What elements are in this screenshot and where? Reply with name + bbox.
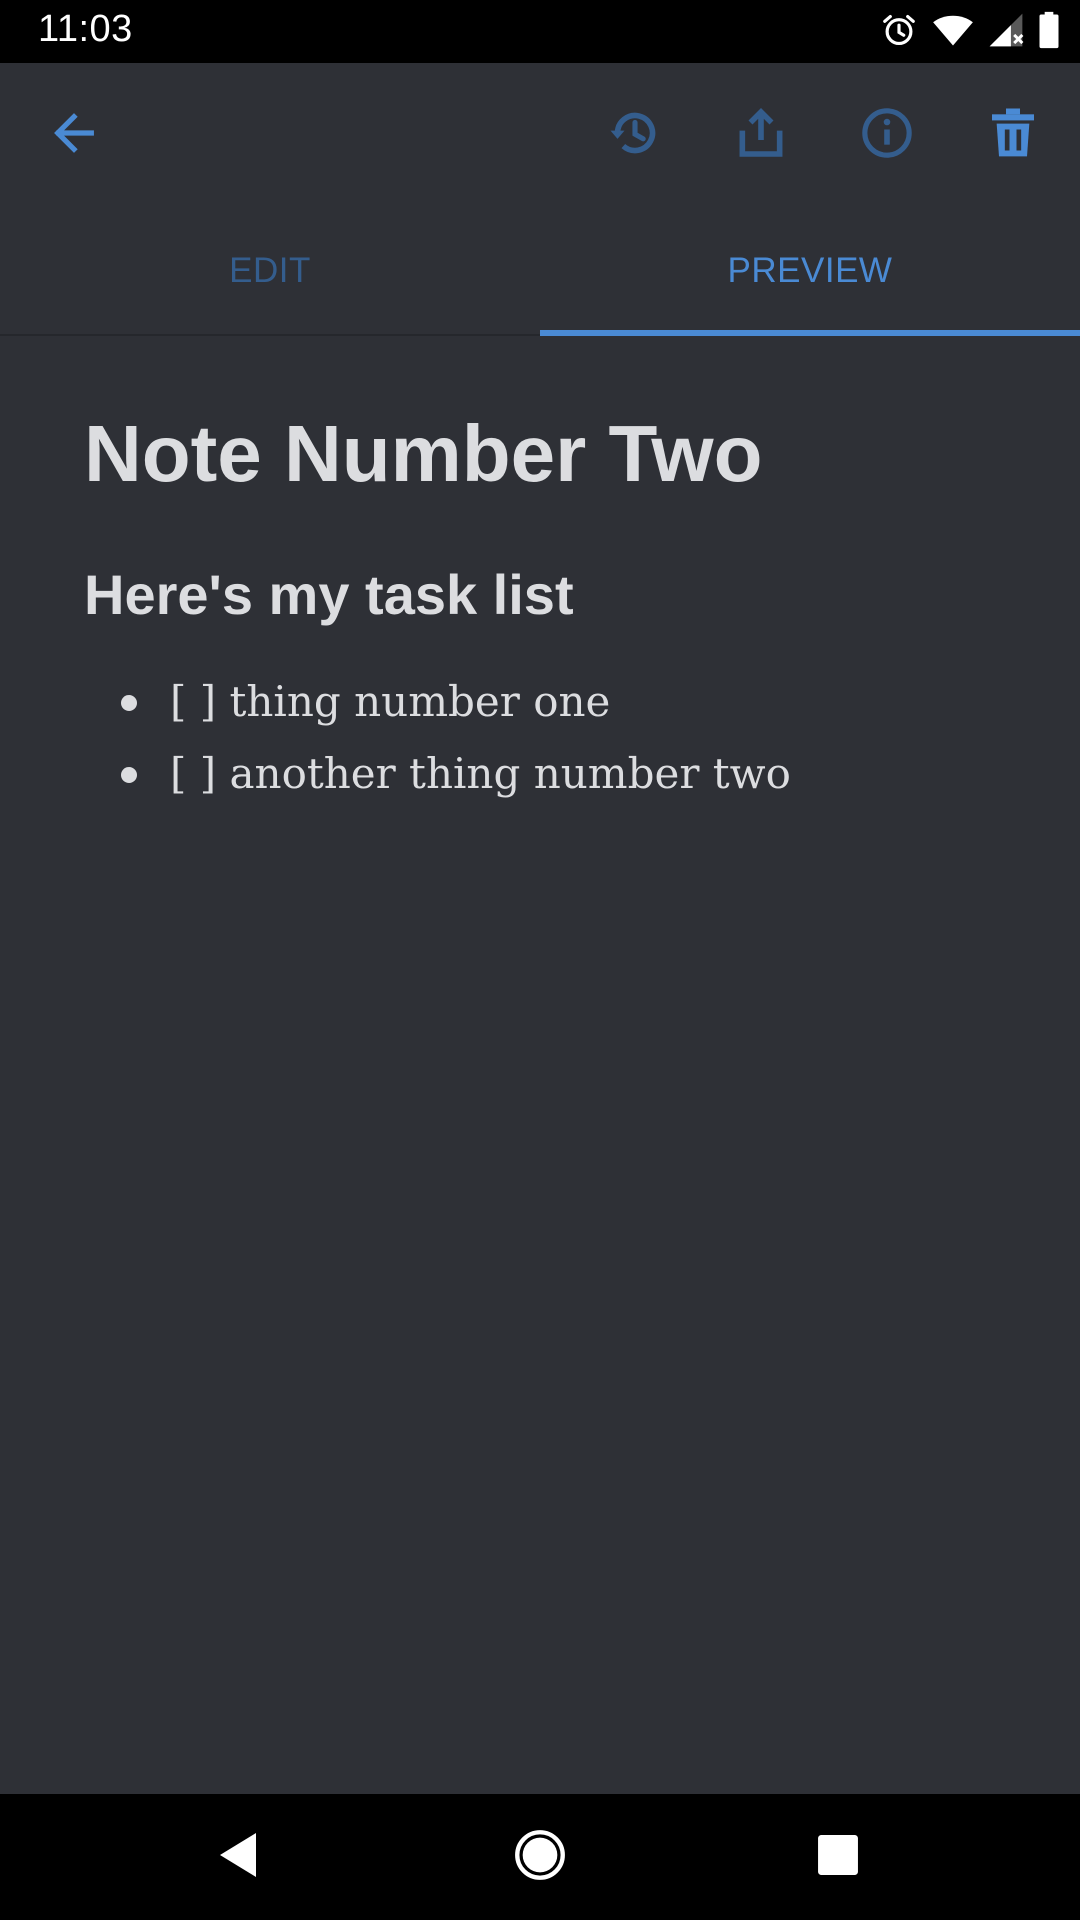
wifi-icon xyxy=(932,11,974,54)
status-bar: 11:03 xyxy=(0,0,1080,63)
list-item: [ ] thing number one xyxy=(121,666,1040,738)
list-item-text: [ ] thing number one xyxy=(170,676,611,726)
history-icon xyxy=(607,105,663,166)
battery-icon xyxy=(1038,11,1060,54)
nav-back-button[interactable] xyxy=(198,1817,278,1897)
note-preview: Note Number Two Here's my task list [ ] … xyxy=(0,338,1080,1794)
bullet-icon xyxy=(121,694,137,711)
list-item: [ ] another thing number two xyxy=(121,738,1040,810)
info-button[interactable] xyxy=(851,99,923,171)
status-icons xyxy=(880,10,1060,54)
history-button[interactable] xyxy=(599,99,671,171)
tab-selected-indicator xyxy=(540,330,1080,336)
nav-home-button[interactable] xyxy=(500,1817,580,1897)
note-title: Note Number Two xyxy=(84,409,763,498)
navigation-bar xyxy=(0,1794,1080,1920)
alarm-icon xyxy=(880,11,918,54)
share-button[interactable] xyxy=(725,99,797,171)
tab-edit[interactable]: EDIT xyxy=(0,206,540,336)
tab-preview[interactable]: PREVIEW xyxy=(540,206,1080,336)
task-list: [ ] thing number one [ ] another thing n… xyxy=(84,666,1040,810)
home-circle-icon xyxy=(514,1829,566,1886)
toolbar xyxy=(0,63,1080,206)
list-item-text: [ ] another thing number two xyxy=(170,748,791,798)
back-arrow-icon xyxy=(48,107,100,164)
bullet-icon xyxy=(121,766,137,783)
note-heading: Here's my task list xyxy=(84,563,574,626)
back-button[interactable] xyxy=(38,99,110,171)
info-icon xyxy=(859,105,915,166)
recents-square-icon xyxy=(817,1834,859,1881)
nav-recents-button[interactable] xyxy=(798,1817,878,1897)
trash-icon xyxy=(985,105,1041,166)
signal-icon xyxy=(988,11,1024,54)
status-time: 11:03 xyxy=(38,8,133,50)
tab-bar: EDIT PREVIEW xyxy=(0,206,1080,336)
share-icon xyxy=(733,105,789,166)
back-triangle-icon xyxy=(216,1831,260,1884)
trash-button[interactable] xyxy=(977,99,1049,171)
